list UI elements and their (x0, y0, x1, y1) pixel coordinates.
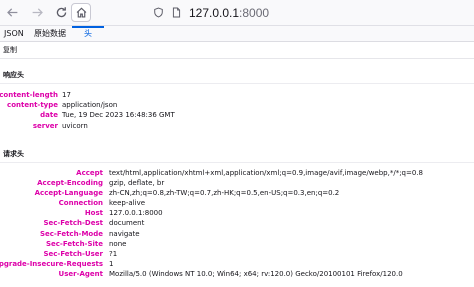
header-row: content-type application/json (0, 100, 474, 110)
header-value: 127.0.0.1:8000 (109, 209, 163, 217)
home-icon (76, 7, 86, 18)
header-name: Host (84, 209, 103, 217)
header-name: Connection (58, 199, 103, 207)
header-name: Accept-Language (34, 189, 103, 197)
header-row: Accept text/html,application/xhtml+xml,ap… (0, 168, 474, 178)
header-row: content-length 17 (0, 90, 474, 100)
page-icon[interactable] (168, 5, 184, 21)
tab-raw-data[interactable]: 原始数据 (31, 26, 69, 41)
header-row: Sec-Fetch-Mode navigate (0, 229, 474, 239)
header-value: keep-alive (109, 199, 146, 207)
tab-json[interactable]: JSON (1, 26, 27, 41)
response-headers-title: 响应头 (3, 71, 24, 79)
section-divider (0, 83, 474, 84)
header-name: Sec-Fetch-Site (45, 240, 103, 248)
request-headers-title: 请求头 (3, 150, 24, 158)
browser-toolbar: 127.0.0.1:8000 (0, 0, 474, 26)
header-value: ?1 (109, 250, 118, 258)
header-row: Sec-Fetch-Site none (0, 239, 474, 249)
header-value: 17 (62, 91, 71, 99)
header-value: none (109, 240, 127, 248)
header-value: document (109, 219, 145, 227)
reload-button[interactable] (50, 2, 72, 22)
header-value: application/json (62, 101, 118, 109)
header-name: Sec-Fetch-Mode (39, 230, 103, 238)
header-value: uvicorn (62, 122, 88, 130)
header-row: Sec-Fetch-Dest document (0, 218, 474, 228)
headers-toolbar: 复制 (0, 42, 474, 59)
section-divider (0, 162, 474, 163)
header-name: Accept (76, 169, 103, 177)
arrow-left-icon (6, 7, 17, 17)
url-text[interactable]: 127.0.0.1:8000 (189, 6, 269, 20)
header-name: date (40, 111, 58, 119)
header-name: content-length (0, 91, 58, 99)
header-row: date Tue, 19 Dec 2023 16:48:36 GMT (0, 110, 474, 120)
back-button[interactable] (1, 2, 23, 22)
url-bar[interactable]: 127.0.0.1:8000 (150, 3, 474, 22)
header-name: Accept-Encoding (37, 179, 103, 187)
tab-headers[interactable]: 头 (72, 26, 104, 41)
url-port: :8000 (239, 5, 270, 20)
header-row: Accept-Encoding gzip, deflate, br (0, 178, 474, 188)
header-value: 1 (109, 260, 114, 268)
header-row: server uvicorn (0, 121, 474, 131)
header-name: content-type (7, 101, 58, 109)
header-value: gzip, deflate, br (109, 179, 165, 187)
header-value: text/html,application/xhtml+xml,applicat… (109, 169, 423, 177)
copy-button[interactable]: 复制 (3, 44, 17, 56)
header-row: Accept-Language zh-CN,zh;q=0.8,zh-TW;q=0.… (0, 188, 474, 198)
shield-icon[interactable] (150, 5, 166, 21)
header-name: Sec-Fetch-User (43, 250, 103, 258)
header-name: Sec-Fetch-Dest (43, 219, 103, 227)
header-name: User-Agent (58, 270, 103, 278)
header-value: navigate (109, 230, 140, 238)
arrow-right-icon (32, 7, 43, 17)
reload-icon (56, 6, 66, 17)
header-name: server (32, 122, 58, 130)
header-row: Host 127.0.0.1:8000 (0, 208, 474, 218)
forward-button[interactable] (26, 2, 48, 22)
url-host: 127.0.0.1 (189, 5, 240, 20)
header-value: Tue, 19 Dec 2023 16:48:36 GMT (62, 111, 175, 119)
header-value: zh-CN,zh;q=0.8,zh-TW;q=0.7,zh-HK;q=0.5,e… (109, 189, 340, 197)
header-row: User-Agent Mozilla/5.0 (Windows NT 10.0; … (0, 269, 474, 279)
header-value: Mozilla/5.0 (Windows NT 10.0; Win64; x64… (109, 270, 403, 278)
viewer-tabs: JSON 原始数据 头 (0, 26, 474, 42)
header-row: Upgrade-Insecure-Requests 1 (0, 259, 474, 269)
header-row: Sec-Fetch-User ?1 (0, 249, 474, 259)
header-name: Upgrade-Insecure-Requests (0, 260, 103, 268)
home-button[interactable] (71, 3, 91, 22)
header-row: Connection keep-alive (0, 198, 474, 208)
